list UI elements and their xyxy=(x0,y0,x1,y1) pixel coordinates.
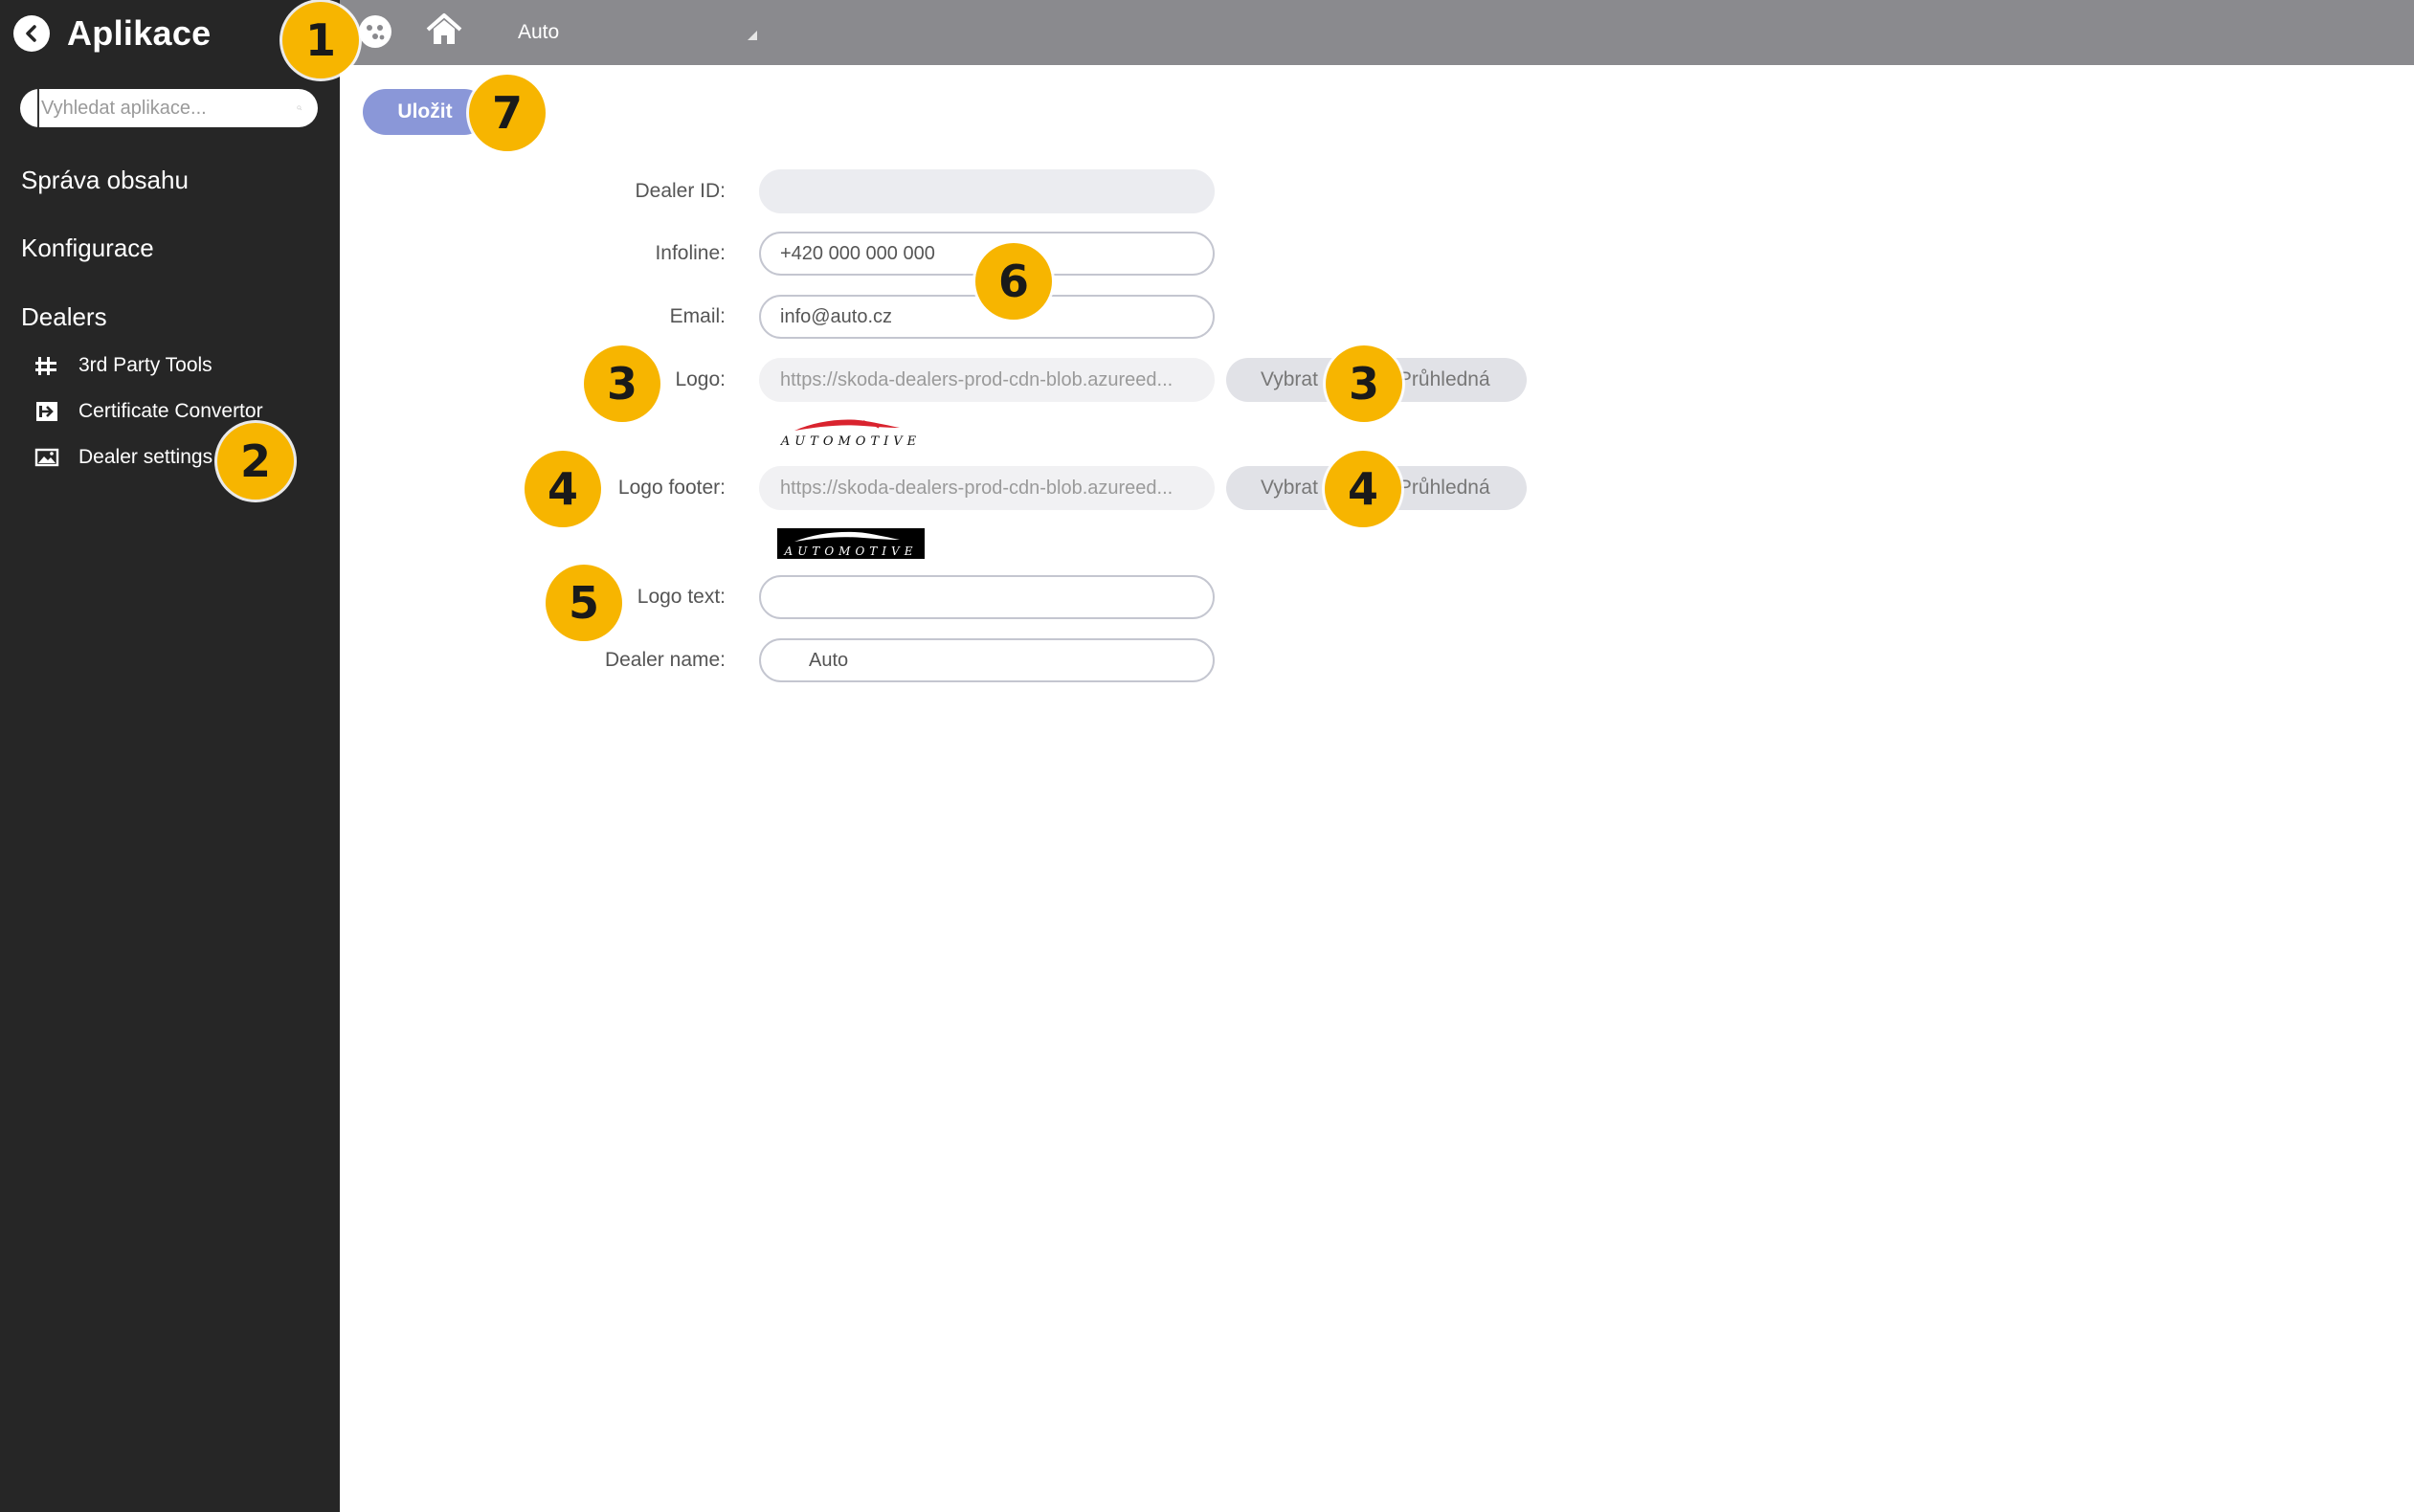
dealer-id-field[interactable] xyxy=(759,169,1215,213)
sidebar-item-label: 3rd Party Tools xyxy=(78,354,212,376)
sidebar: Aplikace Správa obsahu Konfigurace Deale… xyxy=(0,0,340,1512)
dealer-select[interactable]: Auto xyxy=(518,0,757,65)
logo-transparent-label[interactable]: Průhledná xyxy=(1398,368,1490,390)
logo-url-field[interactable] xyxy=(759,358,1215,402)
email-label: Email: xyxy=(669,305,726,327)
annotation-badge-1: 1 xyxy=(282,2,359,78)
logo-preview: AUTOMOTIVE xyxy=(777,415,925,450)
annotation-badge-3a: 3 xyxy=(584,345,660,422)
home-icon[interactable] xyxy=(425,11,463,53)
image-icon xyxy=(34,446,59,469)
sidebar-item-label: Dealer settings xyxy=(78,446,213,468)
annotation-badge-5: 5 xyxy=(546,565,622,641)
logo-footer-transparent-label[interactable]: Průhledná xyxy=(1398,477,1490,499)
chevron-down-icon xyxy=(748,31,757,40)
logo-text-field[interactable] xyxy=(759,575,1215,619)
sidebar-header: Aplikace xyxy=(13,11,211,56)
sidebar-section-content[interactable]: Správa obsahu xyxy=(21,166,189,195)
annotation-badge-2: 2 xyxy=(217,423,294,500)
search-icon[interactable] xyxy=(297,99,302,118)
annotation-badge-4b: 4 xyxy=(1325,451,1401,527)
app-search[interactable] xyxy=(20,89,318,127)
apps-icon[interactable] xyxy=(357,13,393,55)
top-bar: Auto xyxy=(340,0,2414,65)
sidebar-section-dealers[interactable]: Dealers xyxy=(21,302,107,332)
app-title: Aplikace xyxy=(67,13,212,53)
logo-footer-url-field[interactable] xyxy=(759,466,1215,510)
dealer-select-value: Auto xyxy=(518,21,560,43)
sidebar-item-label: Certificate Convertor xyxy=(78,400,263,422)
logo-select-label: Vybrat xyxy=(1261,368,1318,390)
dealer-name-label: Dealer name: xyxy=(604,649,726,671)
annotation-badge-7: 7 xyxy=(469,75,546,151)
logo-preview-text: AUTOMOTIVE xyxy=(780,434,922,449)
sidebar-item-3rd-party-tools[interactable]: 3rd Party Tools xyxy=(34,354,212,377)
infoline-label: Infoline: xyxy=(655,242,726,264)
logo-footer-preview: AUTOMOTIVE xyxy=(777,528,925,559)
sidebar-item-dealer-settings[interactable]: Dealer settings xyxy=(34,446,212,469)
annotation-badge-6: 6 xyxy=(975,243,1052,320)
sidebar-item-certificate-convertor[interactable]: Certificate Convertor xyxy=(34,400,263,423)
tools-icon xyxy=(34,354,59,377)
annotation-badge-3b: 3 xyxy=(1326,345,1402,422)
dealer-id-label: Dealer ID: xyxy=(635,180,726,202)
dealer-name-field[interactable] xyxy=(759,638,1215,682)
logo-label: Logo: xyxy=(675,368,726,390)
annotation-badge-4a: 4 xyxy=(525,451,601,527)
back-icon[interactable] xyxy=(13,15,50,52)
app-search-input[interactable] xyxy=(37,89,297,127)
logo-footer-select-label: Vybrat xyxy=(1261,477,1318,499)
sidebar-section-config[interactable]: Konfigurace xyxy=(21,233,154,263)
convert-icon xyxy=(34,400,59,423)
logo-footer-preview-text: AUTOMOTIVE xyxy=(784,545,918,558)
